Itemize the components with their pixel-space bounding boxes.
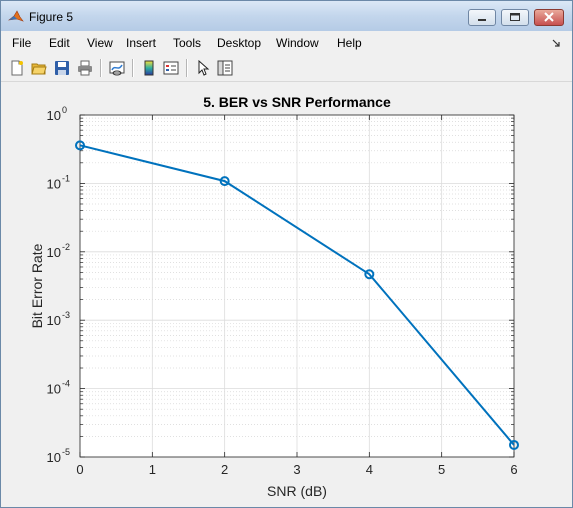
x-tick-label: 6: [510, 462, 517, 477]
menu-view[interactable]: View: [87, 36, 113, 50]
new-figure-icon: [11, 60, 23, 76]
menu-insert[interactable]: Insert: [126, 36, 156, 50]
menu-bar: File Edit View Insert Tools Desktop Wind…: [1, 32, 572, 54]
toolbar-separator: [132, 59, 134, 77]
insert-colorbar-button[interactable]: [139, 58, 159, 78]
figure-window: Figure 5 File Edit View Insert Tools Des…: [0, 0, 573, 508]
x-tick-label: 1: [149, 462, 156, 477]
property-inspector-button[interactable]: [215, 58, 235, 78]
y-tick-label-base: 10: [47, 108, 61, 123]
legend-icon: [163, 61, 179, 75]
y-tick-label-exponent: 0: [62, 105, 67, 115]
save-button[interactable]: [52, 58, 72, 78]
menu-tools[interactable]: Tools: [173, 36, 201, 50]
dock-arrow-icon[interactable]: [551, 38, 561, 48]
y-tick-label-base: 10: [47, 313, 61, 328]
link-plot-icon: [109, 61, 125, 76]
print-button[interactable]: [75, 58, 95, 78]
y-tick-labels: 10 010 -110 -210 -310 -410 -5: [47, 105, 70, 465]
x-tick-label: 2: [221, 462, 228, 477]
save-icon: [55, 61, 69, 75]
y-tick-label-base: 10: [47, 450, 61, 465]
y-tick-label: 10 -5: [47, 447, 70, 465]
y-tick-label-exponent: -2: [62, 242, 70, 252]
x-tick-label: 5: [438, 462, 445, 477]
figure-canvas: 0123456 10 0 10 -1 10 -2 10 -3 10 -4 10 -5 5. BER v…: [1, 82, 572, 507]
close-icon: [544, 12, 554, 22]
y-tick-label: 10 -3: [47, 310, 70, 328]
y-tick-label-base: 10: [47, 176, 61, 191]
y-tick-label-exponent: -5: [62, 447, 70, 457]
toolbar: [1, 55, 572, 82]
toolbar-separator: [100, 59, 102, 77]
x-axis-label: SNR (dB): [267, 483, 327, 499]
y-tick-label: 10 -4: [47, 379, 70, 397]
maximize-icon: [510, 13, 520, 21]
y-tick-label-base: 10: [47, 382, 61, 397]
y-tick-label-exponent: -3: [62, 310, 70, 320]
x-tick-labels: 0 1 2 3 4 5 6: [76, 462, 517, 477]
folder-icon: [31, 63, 47, 75]
title-bar[interactable]: Figure 5: [1, 1, 572, 31]
y-tick-label: 10 -2: [47, 242, 70, 260]
property-inspector-icon: [217, 60, 233, 76]
printer-icon: [78, 60, 92, 76]
new-figure-button[interactable]: [7, 58, 27, 78]
minimize-button[interactable]: [468, 9, 496, 26]
y-tick-label: 10 -1: [47, 173, 70, 191]
link-plot-button[interactable]: [107, 58, 127, 78]
x-tick-label: 0: [76, 462, 83, 477]
y-tick-label-exponent: -4: [62, 379, 70, 389]
toolbar-separator: [186, 59, 188, 77]
ber-chart: 0123456 10 010 -110 -210 -310 -410 -5 5. BER v…: [29, 94, 519, 499]
y-tick-label-exponent: -1: [62, 173, 70, 183]
y-axis-label: Bit Error Rate: [29, 243, 45, 328]
colorbar-icon: [144, 60, 154, 76]
matlab-icon: [8, 10, 24, 22]
menu-window[interactable]: Window: [276, 36, 319, 50]
close-button[interactable]: [534, 9, 564, 26]
maximize-button[interactable]: [501, 9, 529, 26]
insert-legend-button[interactable]: [161, 58, 181, 78]
y-tick-label-base: 10: [47, 245, 61, 260]
open-file-button[interactable]: [29, 58, 49, 78]
window-title: Figure 5: [29, 10, 74, 24]
arrow-pointer-icon: [198, 60, 210, 76]
x-tick-label: 3: [293, 462, 300, 477]
menu-desktop[interactable]: Desktop: [217, 36, 261, 50]
x-tick-label: 4: [366, 462, 373, 477]
menu-file[interactable]: File: [12, 36, 31, 50]
chart-title: 5. BER vs SNR Performance: [203, 94, 391, 110]
minimize-icon: [478, 19, 486, 21]
menu-edit[interactable]: Edit: [49, 36, 70, 50]
menu-help[interactable]: Help: [337, 36, 362, 50]
edit-plot-button[interactable]: [193, 58, 213, 78]
y-tick-label: 10 0: [47, 105, 67, 123]
